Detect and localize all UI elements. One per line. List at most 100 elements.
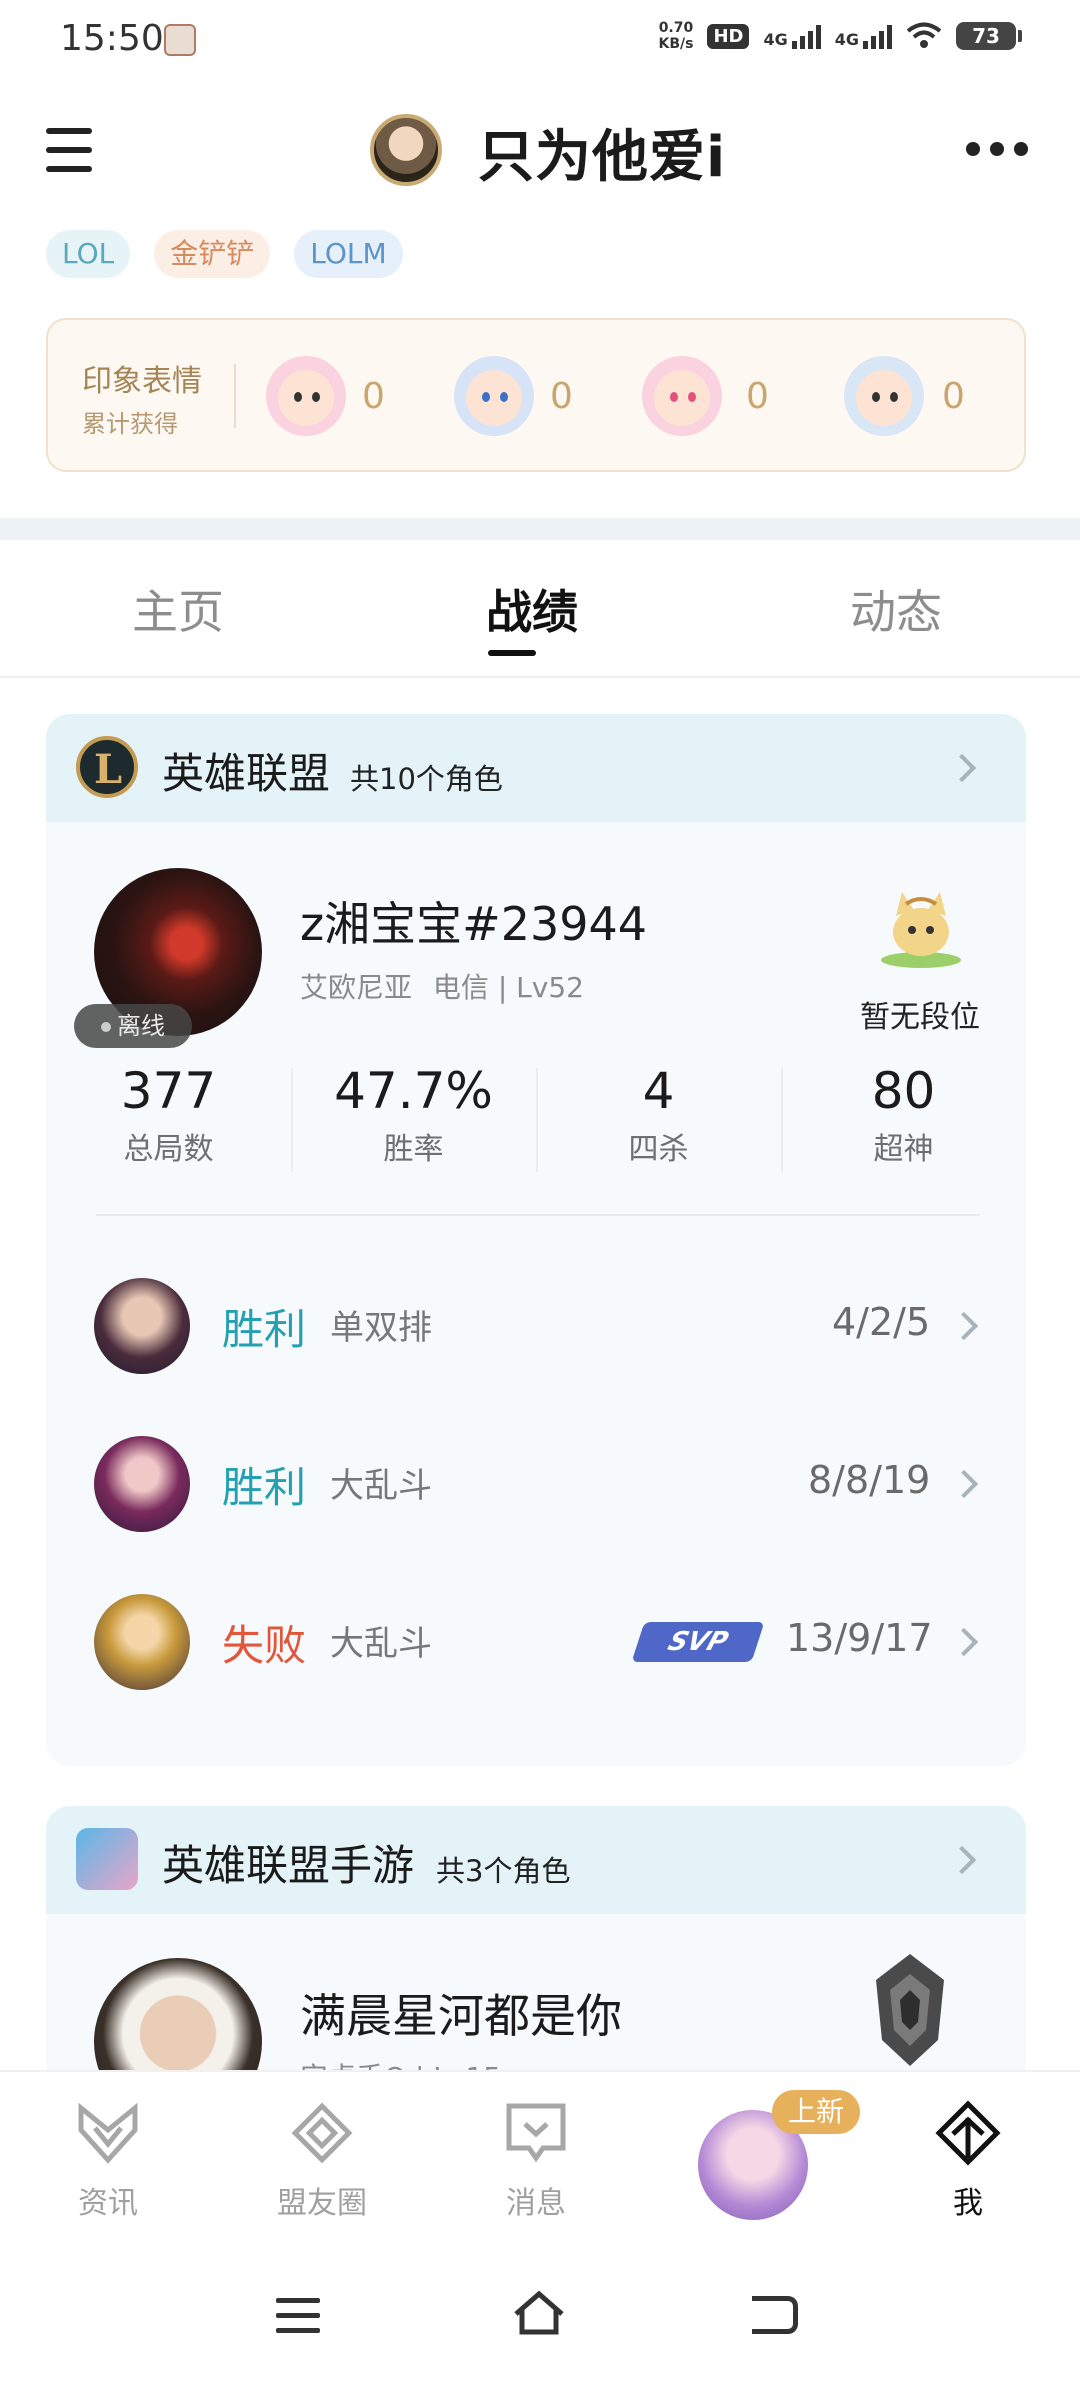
- emoji-count-3: 0: [746, 376, 769, 417]
- lol-game-name: 英雄联盟: [162, 749, 331, 798]
- recents-icon[interactable]: [276, 2298, 320, 2343]
- emoji-count-2: 0: [550, 376, 573, 417]
- match-result: 失败: [222, 1621, 307, 1670]
- stat-label: 胜率: [383, 1132, 444, 1167]
- match-row[interactable]: 胜利 单双排 4/2/5: [46, 1278, 1026, 1374]
- rank-text: 暂无段位: [860, 1000, 980, 1035]
- impression-card[interactable]: 印象表情 累计获得 0 0 0 0: [46, 318, 1026, 472]
- match-result: 胜利: [222, 1463, 307, 1512]
- net-speed: 0.70 KB/s: [658, 20, 693, 52]
- section-divider: [0, 518, 1080, 540]
- match-kda: 13/9/17: [786, 1616, 933, 1660]
- chevron-right-icon[interactable]: [947, 753, 977, 783]
- hero-avatar: [94, 1278, 190, 1374]
- hd-icon: HD: [707, 23, 750, 49]
- stat-legendary: 80 超神: [781, 1062, 1026, 1168]
- battery-level: 73: [956, 22, 1016, 50]
- stat-win-rate: 47.7% 胜率: [291, 1062, 536, 1168]
- stat-label: 总局数: [123, 1132, 214, 1167]
- stat-value: 80: [871, 1062, 936, 1120]
- emoji-annoyed-icon[interactable]: [266, 356, 346, 436]
- player-name: z湘宝宝#23944: [300, 897, 648, 951]
- nav-label: 消息: [506, 2186, 566, 2221]
- emoji-love-icon[interactable]: [642, 356, 722, 436]
- profile-page: 15:50 0.70 KB/s HD 4G 4G 73 只为他爱i LOL 金铲…: [0, 0, 1080, 2388]
- tab-home[interactable]: 主页: [132, 576, 224, 642]
- match-row[interactable]: 胜利 大乱斗 8/8/19: [46, 1436, 1026, 1532]
- hero-avatar: [94, 1436, 190, 1532]
- player-server: 艾欧尼亚 电信 | Lv52: [300, 966, 584, 1006]
- tag-lolm[interactable]: LOLM: [294, 230, 403, 278]
- match-mode: 大乱斗: [330, 1624, 432, 1664]
- chevron-right-icon: [949, 1469, 979, 1499]
- status-badge-text: 离线: [117, 1012, 165, 1040]
- net-speed-value: 0.70: [658, 20, 694, 36]
- player-isp-level: 电信 | Lv52: [432, 971, 584, 1004]
- message-icon: [506, 2103, 566, 2163]
- svp-badge: SVP: [631, 1622, 765, 1662]
- stat-label: 四杀: [628, 1132, 689, 1167]
- nav-me[interactable]: 我: [898, 2100, 1038, 2222]
- player-server-name: 艾欧尼亚: [300, 971, 413, 1004]
- lolm-role-count: 共3个角色: [436, 1854, 571, 1888]
- lolm-player-name: 满晨星河都是你: [300, 1989, 622, 2043]
- status-bar: 15:50 0.70 KB/s HD 4G 4G 73: [0, 0, 1080, 84]
- friends-circle-icon: [291, 2102, 353, 2164]
- stat-quadra-kills: 4 四杀: [536, 1062, 781, 1168]
- nav-messages[interactable]: 消息: [466, 2100, 606, 2222]
- divider: [96, 1214, 980, 1216]
- emoji-gg-icon[interactable]: [844, 356, 924, 436]
- chevron-right-icon[interactable]: [947, 1845, 977, 1875]
- tab-bar: 主页 战绩 动态: [0, 540, 1080, 678]
- battery-icon: 73: [956, 22, 1022, 50]
- match-result: 胜利: [222, 1305, 307, 1354]
- notification-app-icon: [164, 24, 196, 56]
- net-speed-unit: KB/s: [658, 36, 694, 52]
- hero-avatar: [94, 1594, 190, 1690]
- user-avatar[interactable]: [370, 114, 442, 186]
- me-icon: [935, 2100, 1001, 2166]
- stat-total-games: 377 总局数: [46, 1062, 291, 1168]
- chevron-right-icon: [949, 1311, 979, 1341]
- rank-cat-icon: [881, 892, 961, 968]
- stat-value: 4: [642, 1062, 675, 1120]
- lol-role-count: 共10个角色: [350, 762, 503, 796]
- stat-value: 377: [120, 1062, 217, 1120]
- tag-jcc[interactable]: 金铲铲: [154, 230, 271, 278]
- nav-friends[interactable]: 盟友圈: [252, 2100, 392, 2222]
- page-title: 只为他爱i: [478, 125, 727, 190]
- signal-icon-2: 4G: [835, 23, 892, 49]
- stat-value: 47.7%: [334, 1062, 493, 1120]
- sim1-label: 4G: [763, 30, 788, 49]
- emoji-count-4: 0: [942, 376, 965, 417]
- nav-news[interactable]: 资讯: [38, 2100, 178, 2222]
- lolm-card-header[interactable]: 英雄联盟手游 共3个角色: [46, 1806, 1026, 1914]
- home-icon[interactable]: [512, 2290, 566, 2336]
- match-kda: 4/2/5: [832, 1300, 931, 1344]
- status-badge: 离线: [74, 1004, 192, 1048]
- lolm-game-name: 英雄联盟手游: [162, 1841, 415, 1890]
- system-nav-bar: [0, 2246, 1080, 2388]
- signal-icon-1: 4G: [763, 23, 821, 49]
- status-time: 15:50: [60, 18, 164, 59]
- tab-activity[interactable]: 动态: [850, 576, 942, 642]
- chevron-right-icon: [949, 1627, 979, 1657]
- emoji-wave-icon[interactable]: [454, 356, 534, 436]
- menu-icon[interactable]: [46, 126, 92, 174]
- sim2-label: 4G: [834, 30, 859, 49]
- match-row[interactable]: 失败 大乱斗 SVP 13/9/17: [46, 1594, 1026, 1690]
- game-tags: LOL 金铲铲 LOLM: [46, 230, 403, 278]
- lol-logo-icon: L: [76, 736, 138, 798]
- tag-lol[interactable]: LOL: [46, 230, 131, 278]
- more-icon[interactable]: [966, 142, 1028, 156]
- nav-label: 资讯: [78, 2186, 138, 2221]
- match-mode: 单双排: [330, 1308, 432, 1348]
- tab-records[interactable]: 战绩: [486, 576, 578, 642]
- stat-label: 超神: [873, 1132, 934, 1167]
- rank-iron-icon: [876, 1954, 944, 2066]
- match-mode: 大乱斗: [330, 1466, 432, 1506]
- nav-label: 盟友圈: [277, 2186, 367, 2221]
- nav-label: 我: [953, 2186, 983, 2221]
- lol-card-header[interactable]: L 英雄联盟 共10个角色: [46, 714, 1026, 822]
- back-icon[interactable]: [752, 2296, 798, 2334]
